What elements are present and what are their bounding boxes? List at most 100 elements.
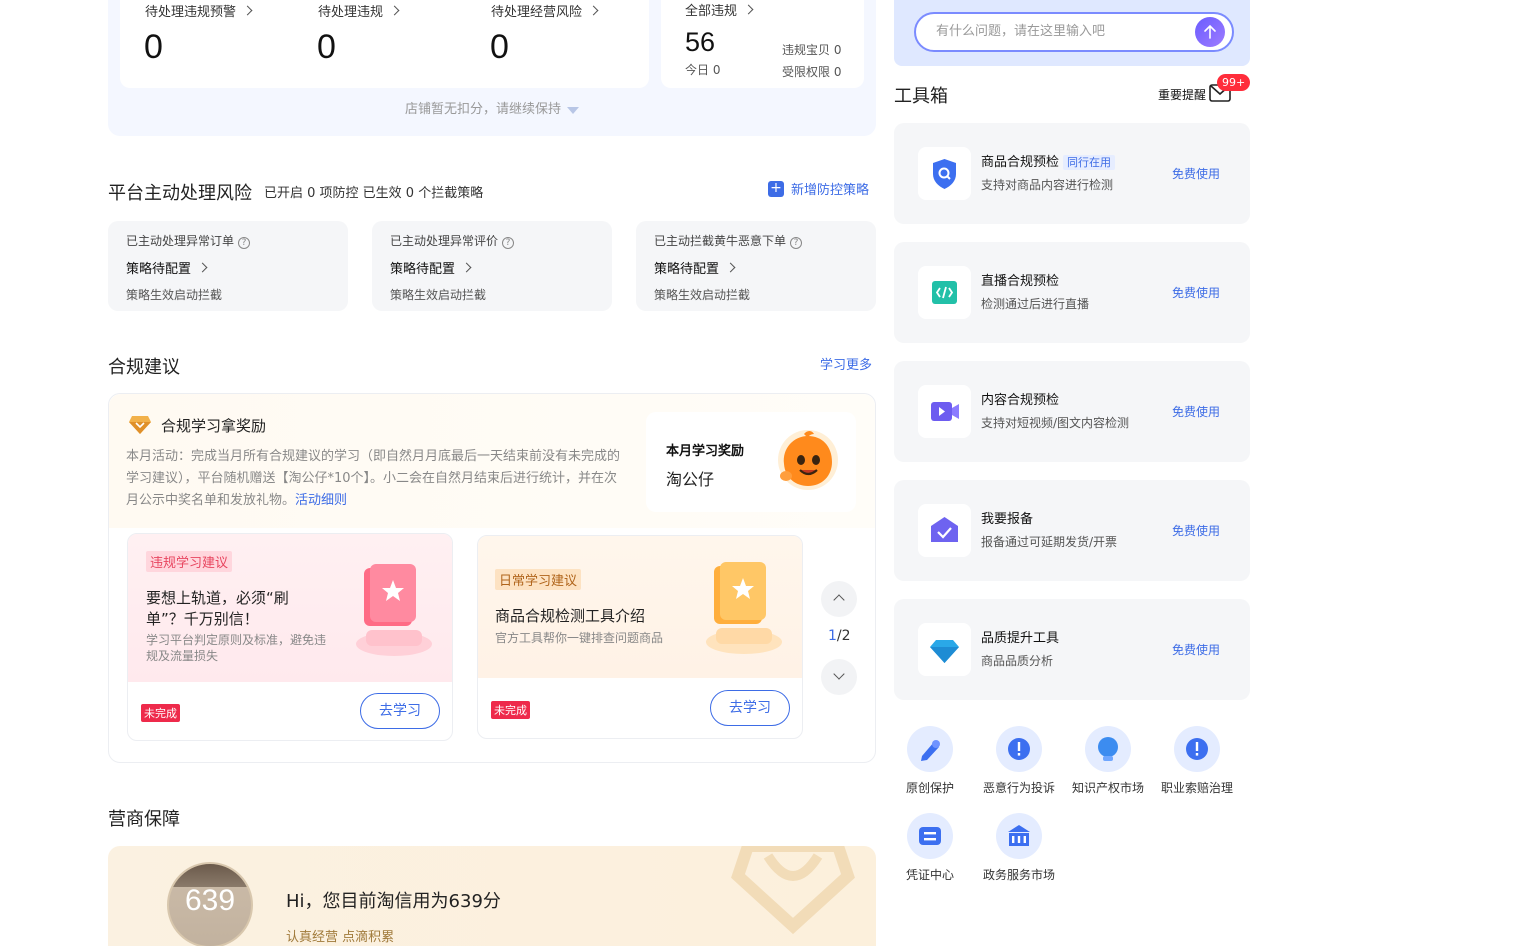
chevron-right-icon [242,5,253,16]
book-icon [346,564,452,668]
activity-description: 本月活动：完成当月所有合规建议的学习（即自然月月底最后一天结束前没有未完成的学习… [126,446,626,512]
alert-icon[interactable] [996,726,1042,772]
diamond-icon [128,414,152,440]
tool-product-check[interactable]: 商品合规预检 同行在用 支持对商品内容进行检测 免费使用 [894,123,1250,224]
tool-name: 内容合规预检 [981,393,1060,408]
tool-desc: 商品品质分析 [981,654,1054,668]
chevron-right-icon [743,4,754,15]
notification-badge: 99+ [1217,74,1251,91]
add-strategy-link[interactable]: + 新增防控策略 [768,179,869,198]
send-button[interactable] [1195,17,1225,47]
stat-pending-risk[interactable]: 待处理经营风险 [491,1,599,20]
risk-section-title: 平台主动处理风险 [108,183,252,204]
free-use-link[interactable]: 免费使用 [1172,165,1220,182]
tool-desc: 支持对商品内容进行检测 [981,178,1114,192]
advice-tag: 日常学习建议 [495,569,582,590]
credit-slogan: 认真经营 点滴积累 [286,930,395,945]
tool-live-check[interactable]: 直播合规预检 检测通过后进行直播 免费使用 [894,242,1250,343]
tool-quality[interactable]: 品质提升工具 商品品质分析 免费使用 [894,599,1250,700]
stat-label: 待处理违规预警 [145,5,237,20]
credit-score-badge: 639 [167,862,253,946]
reward-title: 合规学习拿奖励 [161,417,267,435]
arrow-up-icon [1204,24,1216,39]
carousel-up-button[interactable] [821,581,857,617]
service-label[interactable]: 恶意行为投诉 [974,779,1064,796]
chevron-right-icon [461,262,472,273]
important-reminder[interactable]: 重要提醒 [1158,86,1206,103]
guarantee-section-title: 营商保障 [108,809,180,830]
chevron-down-icon [833,668,845,680]
tool-desc: 检测通过后进行直播 [981,297,1090,311]
check-house-icon [918,504,971,557]
risk-card-title: 已主动拦截黄牛恶意下单 [654,234,787,248]
restricted-permissions-count: 受限权限 0 [782,65,842,79]
risk-card-desc: 策略生效启动拦截 [654,288,751,302]
deduction-note-text: 店铺暂无扣分，请继续保持 [404,102,561,117]
free-use-link[interactable]: 免费使用 [1172,641,1220,658]
violating-items-count: 违规宝贝 0 [782,43,842,57]
risk-card-reviews[interactable]: 已主动处理异常评价? 策略待配置 策略生效启动拦截 [372,221,612,311]
free-use-link[interactable]: 免费使用 [1172,284,1220,301]
caret-down-icon [567,107,579,114]
question-icon[interactable]: ? [790,237,803,249]
monthly-reward-prize: 淘公仔 [666,470,715,489]
go-learn-button[interactable]: 去学习 [710,690,790,726]
government-icon[interactable] [996,813,1042,859]
risk-card-orders[interactable]: 已主动处理异常订单? 策略待配置 策略生效启动拦截 [108,221,348,311]
risk-card-desc: 策略生效启动拦截 [126,288,223,302]
advice-tag: 违规学习建议 [146,551,233,572]
activity-text: 本月活动：完成当月所有合规建议的学习（即自然月月底最后一天结束前没有未完成的学习… [126,449,621,508]
stat-pending-violation[interactable]: 待处理违规 [318,1,400,20]
tool-name: 品质提升工具 [981,631,1060,646]
service-label[interactable]: 职业索赔治理 [1152,779,1242,796]
risk-card-status: 策略待配置 [390,262,456,277]
service-label[interactable]: 政务服务市场 [974,866,1064,883]
advice-card-title: 要想上轨道，必须“刷单”？千万别信！ [146,589,289,628]
deduction-note[interactable]: 店铺暂无扣分，请继续保持 [108,98,876,117]
go-learn-button[interactable]: 去学习 [360,693,440,729]
status-badge: 未完成 [491,701,530,719]
stat-all-violations[interactable]: 全部违规 [685,0,754,19]
tool-name: 商品合规预检 [981,155,1060,170]
pen-icon[interactable] [907,726,953,772]
chevron-right-icon [725,262,736,273]
tool-content-check[interactable]: 内容合规预检 支持对短视频/图文内容检测 免费使用 [894,361,1250,462]
carousel-down-button[interactable] [821,659,857,695]
stat-value: 0 [317,28,336,66]
learning-card-violation[interactable]: 违规学习建议 要想上轨道，必须“刷单”？千万别信！ 学习平台判定原则及标准，避免… [127,533,453,741]
question-icon[interactable]: ? [238,237,251,249]
advice-card-desc: 学习平台判定原则及标准，避免违规及流量损失 [146,633,327,663]
risk-card-scalpers[interactable]: 已主动拦截黄牛恶意下单? 策略待配置 策略生效启动拦截 [636,221,876,311]
risk-card-title: 已主动处理异常评价 [390,234,499,248]
stat-label: 待处理经营风险 [491,5,583,20]
bulb-icon[interactable] [1085,726,1131,772]
learning-card-daily[interactable]: 日常学习建议 商品合规检测工具介绍 官方工具帮你一键排查问题商品 未完成 去学习 [477,535,803,739]
stat-pending-warning[interactable]: 待处理违规预警 [145,1,253,20]
credit-score-value: 639 [184,884,236,917]
risk-card-title: 已主动处理异常订单 [126,234,235,248]
voucher-icon[interactable] [907,813,953,859]
watermark-icon [731,846,855,935]
shield-search-icon [918,147,971,200]
all-violations-value: 56 [685,27,716,57]
risk-card-status: 策略待配置 [654,262,720,277]
monthly-reward-label: 本月学习奖励 [666,444,745,459]
diamond-icon [918,623,971,676]
stat-value: 0 [144,28,163,66]
tool-desc: 支持对短视频/图文内容检测 [981,416,1130,430]
free-use-link[interactable]: 免费使用 [1172,522,1220,539]
tool-report[interactable]: 我要报备 报备通过可延期发货/开票 免费使用 [894,480,1250,581]
free-use-link[interactable]: 免费使用 [1172,403,1220,420]
question-icon[interactable]: ? [502,237,515,249]
service-label[interactable]: 原创保护 [885,779,975,796]
activity-rules-link[interactable]: 活动细则 [295,493,347,508]
page-total: /2 [836,628,851,644]
service-label[interactable]: 凭证中心 [885,866,975,883]
tool-name: 我要报备 [981,512,1034,527]
risk-card-desc: 策略生效启动拦截 [390,288,487,302]
alert-icon[interactable] [1174,726,1220,772]
assistant-input[interactable]: 有什么问题，请在这里输入吧 [914,12,1234,52]
advice-section-title: 合规建议 [108,357,180,378]
learn-more-link[interactable]: 学习更多 [820,354,872,373]
service-label[interactable]: 知识产权市场 [1063,779,1153,796]
